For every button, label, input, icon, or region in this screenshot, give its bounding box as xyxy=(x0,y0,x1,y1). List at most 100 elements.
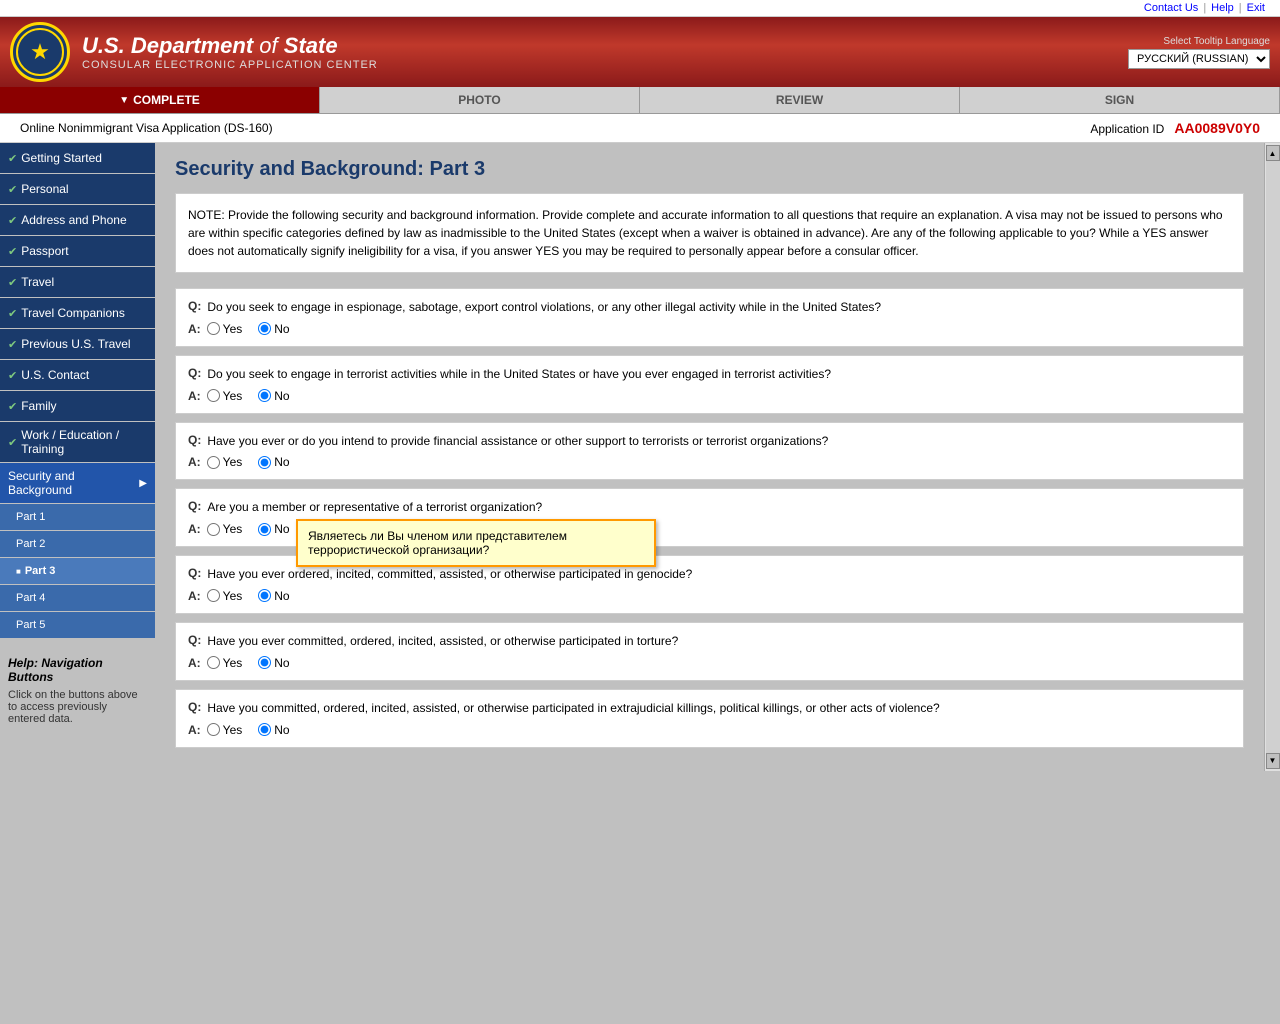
check-icon: ✔ xyxy=(8,436,17,449)
note-box: NOTE: Provide the following security and… xyxy=(175,193,1244,273)
q1-yes-radio[interactable] xyxy=(207,322,220,335)
q6-text: Have you ever committed, ordered, incite… xyxy=(207,633,678,650)
tab-sign[interactable]: SIGN xyxy=(960,87,1280,113)
check-icon: ✔ xyxy=(8,369,17,382)
sidebar-item-travel[interactable]: ✔ Travel xyxy=(0,267,155,297)
q2-no-radio[interactable] xyxy=(258,389,271,402)
seal-logo: ★ xyxy=(10,22,70,82)
q3-label: Q: xyxy=(188,433,201,450)
q4-radio-group: Yes No xyxy=(207,522,302,536)
q2-yes-radio[interactable] xyxy=(207,389,220,402)
q3-yes-radio[interactable] xyxy=(207,456,220,469)
q3-no-radio[interactable] xyxy=(258,456,271,469)
page-title: Security and Background: Part 3 xyxy=(175,158,1244,181)
sidebar-item-us-contact[interactable]: ✔ U.S. Contact xyxy=(0,360,155,390)
scrollbar[interactable]: ▲ ▼ xyxy=(1264,143,1280,771)
app-id-bar: Online Nonimmigrant Visa Application (DS… xyxy=(0,114,1280,143)
sidebar-item-travel-companions[interactable]: ✔ Travel Companions xyxy=(0,298,155,328)
q1-no-radio[interactable] xyxy=(258,322,271,335)
tab-photo[interactable]: PHOTO xyxy=(320,87,640,113)
q2-yes-label[interactable]: Yes xyxy=(207,389,243,403)
q4-no-label[interactable]: No xyxy=(258,522,289,536)
q4-text: Are you a member or representative of a … xyxy=(207,499,542,516)
a4-label: A: xyxy=(188,522,201,536)
scroll-down-button[interactable]: ▼ xyxy=(1266,753,1280,769)
sidebar-sub-part1[interactable]: Part 1 xyxy=(0,504,155,530)
app-id-area: Application ID AA0089V0Y0 xyxy=(1090,120,1260,136)
q1-no-label[interactable]: No xyxy=(258,322,289,336)
q4-no-radio[interactable] xyxy=(258,523,271,536)
question-1: Q: Do you seek to engage in espionage, s… xyxy=(175,288,1244,347)
tooltip-text: Являетесь ли Вы членом или представителе… xyxy=(308,529,567,557)
tab-review[interactable]: REVIEW xyxy=(640,87,960,113)
q4-yes-label[interactable]: Yes xyxy=(207,522,243,536)
sidebar-item-personal[interactable]: ✔ Personal xyxy=(0,174,155,204)
sidebar: ✔ Getting Started ✔ Personal ✔ Address a… xyxy=(0,143,155,771)
sidebar-item-passport[interactable]: ✔ Passport xyxy=(0,236,155,266)
a2-label: A: xyxy=(188,389,201,403)
q4-label: Q: xyxy=(188,499,201,516)
svg-text:★: ★ xyxy=(30,39,50,64)
main-layout: ✔ Getting Started ✔ Personal ✔ Address a… xyxy=(0,143,1280,771)
help-title: Help: Navigation Buttons xyxy=(8,656,147,684)
q7-radio-group: Yes No xyxy=(207,723,302,737)
sidebar-item-getting-started[interactable]: ✔ Getting Started xyxy=(0,143,155,173)
check-icon: ✔ xyxy=(8,183,17,196)
sidebar-sub-part3[interactable]: Part 3 xyxy=(0,558,155,584)
app-id-label: Application ID xyxy=(1090,122,1164,136)
q6-no-label[interactable]: No xyxy=(258,656,289,670)
q6-yes-label[interactable]: Yes xyxy=(207,656,243,670)
q5-text: Have you ever ordered, incited, committe… xyxy=(207,566,692,583)
sidebar-item-previous-us-travel[interactable]: ✔ Previous U.S. Travel xyxy=(0,329,155,359)
q5-radio-group: Yes No xyxy=(207,589,302,603)
help-link[interactable]: Help xyxy=(1211,2,1234,14)
q2-no-label[interactable]: No xyxy=(258,389,289,403)
sidebar-sub-part4[interactable]: Part 4 xyxy=(0,585,155,611)
q7-text: Have you committed, ordered, incited, as… xyxy=(207,700,939,717)
nav-tabs: COMPLETE PHOTO REVIEW SIGN xyxy=(0,87,1280,114)
sidebar-sub-part5[interactable]: Part 5 xyxy=(0,612,155,638)
note-text: NOTE: Provide the following security and… xyxy=(188,208,1223,258)
help-box: Help: Navigation Buttons Click on the bu… xyxy=(0,648,155,733)
q7-yes-radio[interactable] xyxy=(207,723,220,736)
sidebar-item-security-background[interactable]: Security and Background ▶ xyxy=(0,463,155,503)
q5-yes-label[interactable]: Yes xyxy=(207,589,243,603)
q1-radio-group: Yes No xyxy=(207,322,302,336)
q1-yes-label[interactable]: Yes xyxy=(207,322,243,336)
q6-label: Q: xyxy=(188,633,201,650)
scroll-up-button[interactable]: ▲ xyxy=(1266,145,1280,161)
q2-text: Do you seek to engage in terrorist activ… xyxy=(207,366,831,383)
sidebar-item-family[interactable]: ✔ Family xyxy=(0,391,155,421)
q7-label: Q: xyxy=(188,700,201,717)
q3-radio-group: Yes No xyxy=(207,455,302,469)
scroll-track xyxy=(1266,161,1280,753)
check-icon: ✔ xyxy=(8,307,17,320)
q5-no-radio[interactable] xyxy=(258,589,271,602)
department-name: U.S. Department of State xyxy=(82,33,378,59)
form-name: Online Nonimmigrant Visa Application (DS… xyxy=(20,121,273,135)
q4-yes-radio[interactable] xyxy=(207,523,220,536)
sidebar-item-address-phone[interactable]: ✔ Address and Phone xyxy=(0,205,155,235)
q3-yes-label[interactable]: Yes xyxy=(207,455,243,469)
q6-no-radio[interactable] xyxy=(258,656,271,669)
q6-radio-group: Yes No xyxy=(207,656,302,670)
sidebar-item-work-education[interactable]: ✔ Work / Education / Training xyxy=(0,422,155,462)
sidebar-sub-part2[interactable]: Part 2 xyxy=(0,531,155,557)
q5-yes-radio[interactable] xyxy=(207,589,220,602)
subtitle: CONSULAR ELECTRONIC APPLICATION CENTER xyxy=(82,59,378,71)
contact-us-link[interactable]: Contact Us xyxy=(1144,2,1198,14)
tab-complete[interactable]: COMPLETE xyxy=(0,87,320,113)
q5-no-label[interactable]: No xyxy=(258,589,289,603)
exit-link[interactable]: Exit xyxy=(1247,2,1265,14)
language-selector-area: Select Tooltip Language РУССКИЙ (RUSSIAN… xyxy=(1128,36,1270,69)
tooltip-q4: Являетесь ли Вы членом или представителе… xyxy=(296,519,656,567)
q7-yes-label[interactable]: Yes xyxy=(207,723,243,737)
a6-label: A: xyxy=(188,656,201,670)
language-select[interactable]: РУССКИЙ (RUSSIAN) xyxy=(1128,49,1270,69)
q3-no-label[interactable]: No xyxy=(258,455,289,469)
lang-label: Select Tooltip Language xyxy=(1163,36,1270,47)
q7-no-label[interactable]: No xyxy=(258,723,289,737)
q6-yes-radio[interactable] xyxy=(207,656,220,669)
q7-no-radio[interactable] xyxy=(258,723,271,736)
app-id-value: AA0089V0Y0 xyxy=(1174,120,1260,136)
